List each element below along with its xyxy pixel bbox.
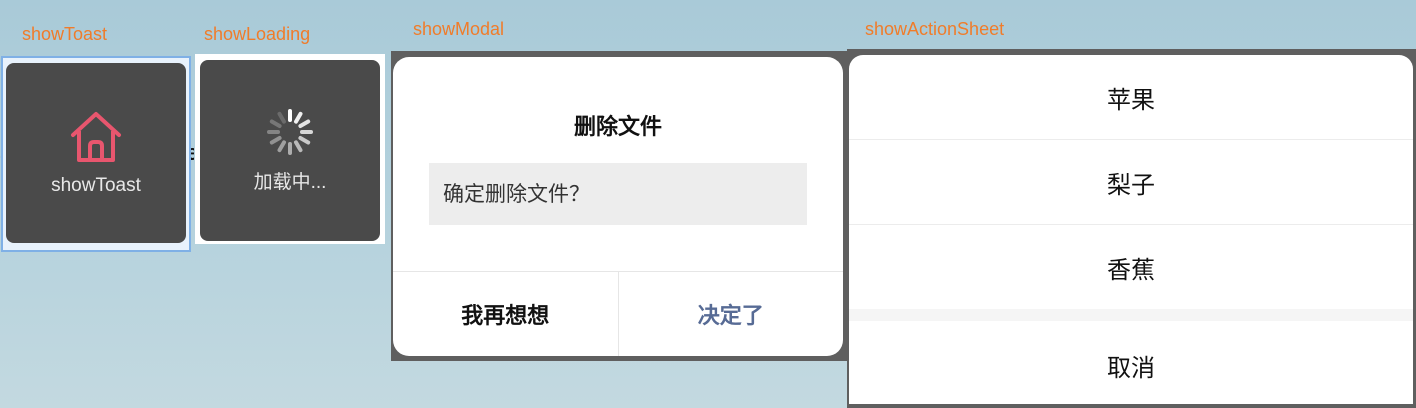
action-sheet: 苹果 梨子 香蕉 取消	[849, 55, 1413, 404]
loading-label: 加载中...	[253, 172, 327, 193]
action-sheet-item[interactable]: 苹果	[849, 55, 1413, 140]
modal-title: 删除文件	[573, 115, 662, 140]
caption-show-toast: showToast	[22, 24, 108, 44]
caption-show-loading: showLoading	[204, 24, 311, 44]
home-icon	[71, 112, 121, 162]
modal-confirm-button[interactable]: 决定了	[619, 272, 844, 356]
caption-show-action-sheet: showActionSheet	[865, 19, 1005, 39]
spinner-icon	[267, 109, 313, 155]
action-sheet-cancel-button[interactable]: 取消	[849, 321, 1413, 404]
action-sheet-item[interactable]: 香蕉	[849, 225, 1413, 309]
modal-dialog: 删除文件 确定删除文件？ 我再想想 决定了	[393, 57, 843, 356]
action-sheet-item[interactable]: 梨子	[849, 140, 1413, 225]
modal-cancel-button[interactable]: 我再想想	[393, 272, 619, 356]
toast: showToast	[6, 63, 186, 243]
modal-footer: 我再想想 决定了	[393, 271, 843, 356]
modal-content: 确定删除文件？	[429, 163, 807, 225]
toast-label: showToast	[51, 175, 141, 196]
loading-toast: 加载中...	[200, 60, 380, 241]
caption-show-modal: showModal	[413, 19, 505, 39]
action-sheet-divider	[849, 309, 1413, 321]
